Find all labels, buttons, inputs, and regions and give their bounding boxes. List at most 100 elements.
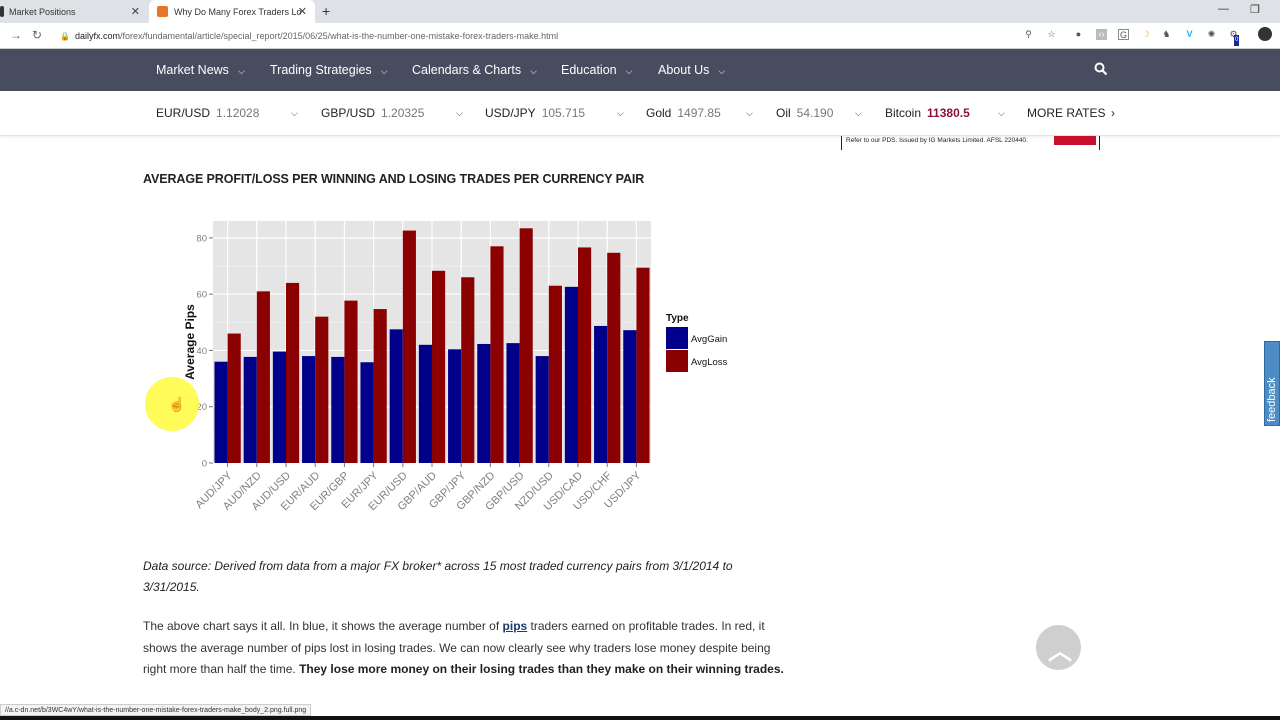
nav-calendars-charts[interactable]: Calendars & Charts ⌵ (412, 49, 537, 91)
search-icon[interactable] (1094, 62, 1108, 76)
taskbar-edge (0, 716, 1280, 720)
dailyfx-favicon (157, 6, 168, 17)
extension-badge-icon[interactable]: ⚙ 0 (1228, 29, 1240, 46)
zoom-icon[interactable]: ⚲ (1023, 29, 1034, 40)
tab-title: Why Do Many Forex Traders Lose (174, 6, 302, 17)
bar-avgloss-audnzd (256, 291, 270, 463)
minimize-button[interactable]: — (1218, 3, 1229, 15)
bar-avgloss-eurjpy (373, 309, 387, 463)
bar-avgloss-euraud (315, 316, 329, 463)
nav-label: Calendars & Charts (412, 63, 522, 77)
extension-film-icon[interactable]: ✺ (1206, 29, 1217, 40)
extension-g-icon[interactable]: G (1118, 29, 1129, 40)
legend-label-avgloss: AvgLoss (691, 357, 728, 368)
y-tick-label: 40 (196, 346, 207, 357)
bar-avgloss-nzdusd (548, 285, 562, 463)
bar-avggain-gbpnzd (477, 343, 491, 463)
legend-swatch-avggain (666, 327, 688, 349)
feedback-label: feedback (1266, 377, 1278, 422)
rate-oil[interactable]: Oil 54.190 (776, 91, 833, 136)
chevron-down-icon[interactable]: ⌵ (855, 91, 862, 136)
legend-label-avggain: AvgGain (691, 334, 727, 345)
bar-avggain-audjpy (214, 361, 228, 463)
rate-usdjpy[interactable]: USD/JPY 105.715 (485, 91, 585, 136)
rate-value: 105.715 (541, 106, 586, 120)
chevron-up-icon: ︿ (1048, 638, 1072, 665)
legend-title: Type (666, 313, 689, 324)
para-bold-text: They lose more money on their losing tra… (299, 662, 784, 676)
tab-article[interactable]: Why Do Many Forex Traders Lose ✕ (149, 0, 315, 23)
bar-avggain-euraud (302, 356, 316, 463)
chevron-down-icon[interactable]: ⌵ (746, 91, 753, 136)
ig-logo (1054, 136, 1096, 145)
nav-trading-strategies[interactable]: Trading Strategies ⌵ (270, 49, 388, 91)
nav-about-us[interactable]: About Us ⌵ (658, 49, 725, 91)
extension-circle-icon[interactable]: ● (1073, 29, 1084, 40)
rate-name: Bitcoin (885, 106, 922, 120)
extension-figure-icon[interactable]: ♞ (1161, 29, 1172, 40)
article-paragraph: The above chart says it all. In blue, it… (143, 616, 788, 681)
nav-label: Trading Strategies (270, 63, 372, 77)
nav-market-news[interactable]: Market News ⌵ (156, 49, 245, 91)
advertisement[interactable]: Refer to our PDS. Issued by IG Markets L… (841, 136, 1100, 150)
rate-eurusd[interactable]: EUR/USD 1.12028 (156, 91, 259, 136)
rate-gold[interactable]: Gold 1497.85 (646, 91, 721, 136)
nav-label: About Us (658, 63, 710, 77)
bar-avgloss-usdjpy (636, 267, 650, 463)
bar-avgloss-audjpy (227, 333, 241, 463)
bar-avggain-gbpjpy (448, 349, 462, 463)
nav-education[interactable]: Education ⌵ (561, 49, 632, 91)
extension-code-icon[interactable]: ‹› (1096, 29, 1107, 40)
chevron-right-icon[interactable]: › (1111, 91, 1115, 136)
rate-gbpusd[interactable]: GBP/USD 1.20325 (321, 91, 424, 136)
chevron-down-icon[interactable]: ⌵ (291, 91, 298, 136)
address-bar-row: → ↻ 🔒 dailyfx.com/forex/fundamental/artic… (0, 23, 1280, 49)
restore-button[interactable]: ❐ (1250, 3, 1260, 16)
bar-avggain-eurjpy (360, 362, 374, 463)
bar-avggain-usdchf (594, 325, 608, 463)
chart-heading: AVERAGE PROFIT/LOSS PER WINNING AND LOSI… (143, 172, 645, 186)
site-navigation: Market News ⌵ Trading Strategies ⌵ Calenda… (0, 49, 1280, 91)
chevron-down-icon[interactable]: ⌵ (617, 91, 624, 136)
profile-avatar-icon[interactable] (1258, 27, 1272, 41)
rate-value: 1.20325 (381, 106, 425, 120)
extension-badge-count: 0 (1234, 35, 1240, 46)
feedback-tab[interactable]: feedback (1264, 341, 1280, 426)
chevron-down-icon[interactable]: ⌵ (998, 91, 1005, 136)
extension-v-icon[interactable]: V (1184, 29, 1195, 40)
forward-button[interactable]: → (10, 28, 22, 42)
rate-name: Gold (646, 106, 672, 120)
bar-avggain-eurgbp (331, 356, 345, 463)
pips-link[interactable]: pips (503, 619, 528, 633)
para-text: The above chart says it all. In blue, it… (143, 619, 503, 633)
extension-moon-icon[interactable]: ☽ (1140, 29, 1151, 40)
tab-title: Market Positions (9, 6, 76, 17)
rate-name: Oil (776, 106, 791, 120)
tab-favicon (0, 6, 4, 17)
bar-avggain-usdjpy (623, 330, 637, 463)
more-rates-link[interactable]: MORE RATES (1027, 91, 1105, 136)
status-bar-url: //a.c-dn.net/b/3WC4wY/what-is-the-number… (0, 704, 312, 716)
scroll-to-top-button[interactable]: ︿ (1036, 625, 1081, 670)
tab-market-positions[interactable]: Market Positions ✕ (0, 0, 148, 23)
chevron-down-icon: ⌵ (625, 66, 633, 76)
chevron-down-icon: ⌵ (237, 66, 245, 76)
new-tab-button[interactable]: + (322, 3, 330, 19)
chevron-down-icon[interactable]: ⌵ (456, 91, 463, 136)
bar-avggain-nzdusd (535, 356, 549, 463)
close-tab-icon[interactable]: ✕ (298, 5, 307, 18)
bar-chart[interactable]: 020406080AUD/JPYAUD/NZDAUD/USDEUR/AUDEUR… (170, 210, 750, 530)
rate-value: 11380.5 (927, 106, 970, 120)
bar-avgloss-usdcad (578, 247, 592, 463)
bookmark-star-icon[interactable]: ☆ (1046, 29, 1057, 40)
reload-button[interactable]: ↻ (32, 28, 42, 42)
ad-disclaimer: Refer to our PDS. Issued by IG Markets L… (846, 137, 1028, 144)
rate-value: 1497.85 (677, 106, 721, 120)
bar-avggain-gbpusd (506, 343, 520, 463)
bar-avggain-audnzd (243, 356, 257, 463)
url-host: dailyfx.com (74, 31, 120, 41)
url-field[interactable]: 🔒 dailyfx.com/forex/fundamental/article/s… (60, 27, 1040, 45)
rate-bitcoin[interactable]: Bitcoin 11380.5 (885, 91, 970, 136)
close-tab-icon[interactable]: ✕ (131, 5, 140, 18)
rate-name: USD/JPY (485, 106, 536, 120)
